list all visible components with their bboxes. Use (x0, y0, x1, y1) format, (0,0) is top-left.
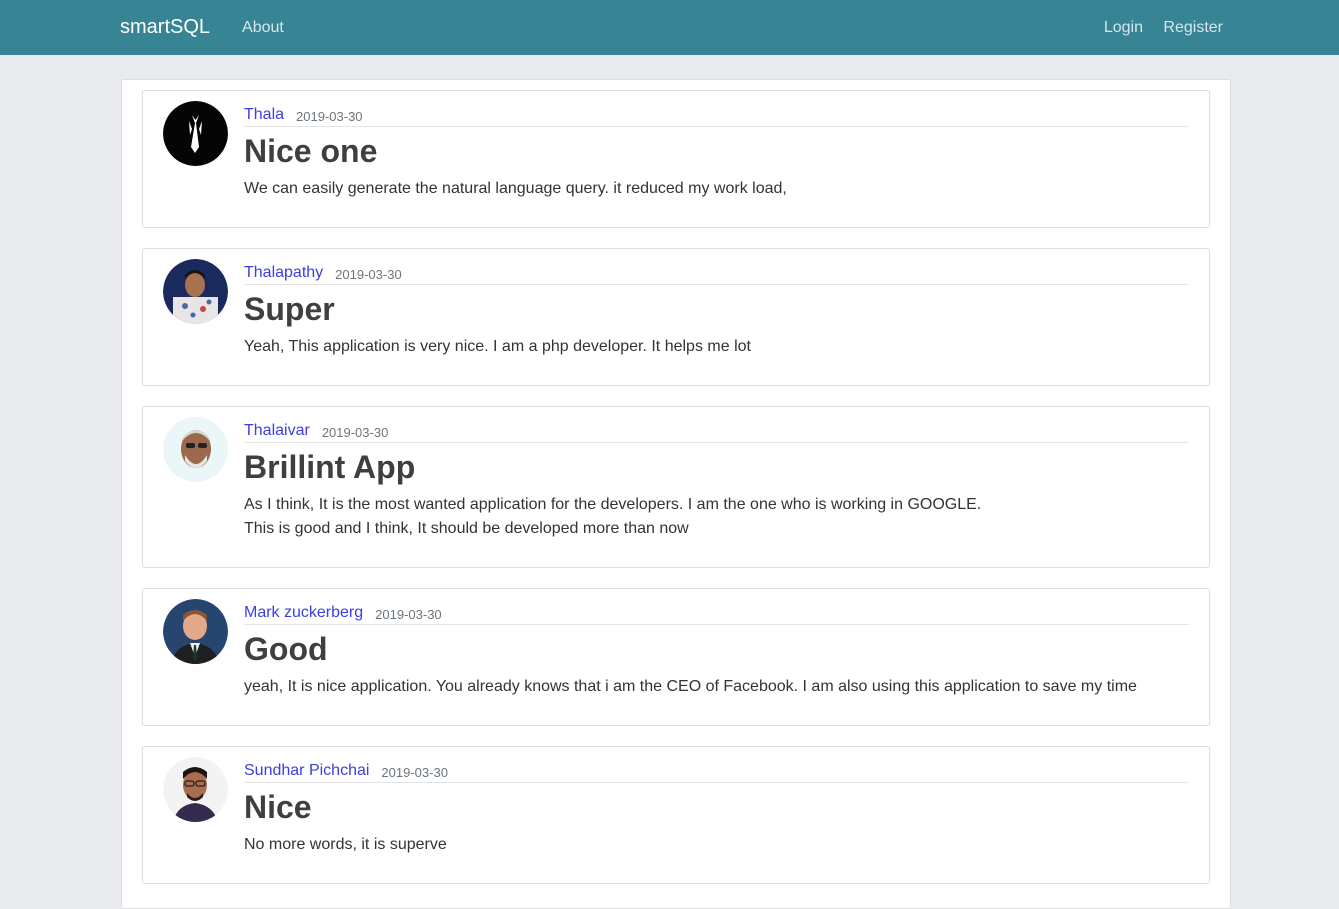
post-meta: Thalapathy 2019-03-30 (244, 259, 1189, 285)
post-author-link[interactable]: Sundhar Pichchai (244, 762, 369, 780)
post-date: 2019-03-30 (381, 764, 448, 780)
post-body: Mark zuckerberg 2019-03-30 Good yeah, It… (244, 599, 1189, 725)
post-title: Brillint App (244, 449, 416, 485)
post-date: 2019-03-30 (375, 606, 442, 622)
top-navbar: smartSQL About Login Register (0, 0, 1339, 55)
post-author-link[interactable]: Thalaivar (244, 422, 310, 440)
post-body: Sundhar Pichchai 2019-03-30 Nice No more… (244, 757, 1189, 883)
post-title: Nice (244, 789, 312, 825)
avatar (163, 259, 228, 324)
post-content: yeah, It is nice application. You alread… (244, 678, 1137, 695)
post-date: 2019-03-30 (321, 424, 389, 440)
post-card: Thalapathy 2019-03-30 Super Yeah, This a… (142, 248, 1210, 386)
post-meta: Thalaivar 2019-03-30 (244, 417, 1189, 443)
posts-container: Thala 2019-03-30 Nice one We can easily … (121, 79, 1231, 909)
post-card: Sundhar Pichchai 2019-03-30 Nice No more… (142, 746, 1210, 884)
post-body: Thala 2019-03-30 Nice one We can easily … (244, 101, 1189, 227)
nav-login-link[interactable]: Login (1104, 19, 1143, 36)
avatar (163, 417, 228, 482)
avatar (163, 101, 228, 166)
avatar (163, 757, 228, 822)
post-content: As I think, It is the most wanted applic… (244, 496, 982, 537)
post-author-link[interactable]: Mark zuckerberg (244, 604, 363, 622)
avatar (163, 599, 228, 664)
post-title: Nice one (244, 133, 378, 169)
post-author-link[interactable]: Thalapathy (244, 264, 323, 282)
post-body: Thalaivar 2019-03-30 Brillint App As I t… (244, 417, 1189, 567)
post-content: No more words, it is superve (244, 836, 447, 853)
post-card: Thalaivar 2019-03-30 Brillint App As I t… (142, 406, 1210, 568)
post-body: Thalapathy 2019-03-30 Super Yeah, This a… (244, 259, 1189, 385)
post-title: Good (244, 631, 328, 667)
nav-about-link[interactable]: About (242, 19, 284, 37)
post-content: We can easily generate the natural langu… (244, 180, 787, 197)
post-card: Mark zuckerberg 2019-03-30 Good yeah, It… (142, 588, 1210, 726)
post-meta: Thala 2019-03-30 (244, 101, 1189, 127)
post-content: Yeah, This application is very nice. I a… (244, 338, 751, 355)
post-meta: Sundhar Pichchai 2019-03-30 (244, 757, 1189, 783)
post-date: 2019-03-30 (296, 108, 363, 124)
post-title: Super (244, 291, 335, 327)
post-author-link[interactable]: Thala (244, 106, 284, 124)
post-date: 2019-03-30 (335, 266, 402, 282)
nav-auth-links: Login Register (1088, 19, 1223, 37)
post-meta: Mark zuckerberg 2019-03-30 (244, 599, 1189, 625)
nav-register-link[interactable]: Register (1163, 19, 1223, 36)
post-card: Thala 2019-03-30 Nice one We can easily … (142, 90, 1210, 228)
brand-link[interactable]: smartSQL (120, 16, 210, 39)
